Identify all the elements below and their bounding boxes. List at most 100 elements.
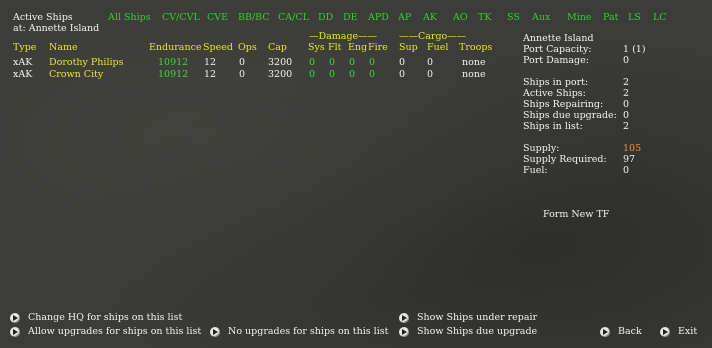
ship-fire: 0 [369, 69, 376, 80]
col-fuel[interactable]: Fuel [427, 42, 448, 53]
port-capacity-label: Port Capacity: [523, 44, 592, 55]
filter-ls[interactable]: LS [628, 12, 641, 23]
arrow-right-icon [399, 313, 409, 323]
filter-dd[interactable]: DD [318, 12, 333, 23]
ship-troops: none [462, 57, 486, 68]
ships-in-port-label: Ships in port: [523, 77, 589, 88]
filter-ca-cl[interactable]: CA/CL [278, 12, 309, 23]
col-troops[interactable]: Troops [459, 42, 492, 53]
col-cap[interactable]: Cap [268, 42, 287, 53]
col-speed[interactable]: Speed [203, 42, 233, 53]
ship-eng: 0 [349, 57, 356, 68]
exit-button[interactable]: Exit [660, 326, 705, 338]
ship-flt: 0 [329, 69, 336, 80]
ship-sup: 0 [399, 69, 406, 80]
arrow-right-icon [600, 327, 610, 337]
exit-label: Exit [678, 326, 698, 337]
filter-tk[interactable]: TK [478, 12, 491, 23]
filter-aux[interactable]: Aux [532, 12, 550, 23]
back-button[interactable]: Back [600, 326, 645, 338]
form-new-tf-button[interactable]: Form New TF [543, 209, 609, 220]
ships-in-list-label: Ships in list: [523, 121, 583, 132]
damage-group-header: —Damage—— [309, 31, 378, 42]
filter-all-ships[interactable]: All Ships [108, 12, 151, 23]
ship-eng: 0 [349, 69, 356, 80]
show-upgrade-label: Show Ships due upgrade [417, 326, 538, 337]
ship-sys: 0 [309, 69, 316, 80]
show-repair-button[interactable]: Show Ships under repair [399, 312, 539, 324]
col-endurance[interactable]: Endurance [149, 42, 202, 53]
col-type[interactable]: Type [13, 42, 36, 53]
allow-upgrades-button[interactable]: Allow upgrades for ships on this list [10, 326, 210, 338]
col-sup[interactable]: Sup [399, 42, 418, 53]
ship-type: xAK [13, 57, 33, 68]
ship-type: xAK [13, 69, 33, 80]
arrow-right-icon [399, 327, 409, 337]
arrow-right-icon [10, 327, 20, 337]
ship-cap: 3200 [268, 69, 293, 80]
supply-required-label: Supply Required: [523, 154, 607, 165]
ship-fuel: 0 [427, 57, 434, 68]
change-hq-button[interactable]: Change HQ for ships on this list [10, 312, 210, 324]
port-capacity-value: 1 (1) [623, 44, 646, 55]
active-ships-label: Active Ships: [523, 88, 586, 99]
ship-fire: 0 [369, 57, 376, 68]
filter-pat[interactable]: Pat [603, 12, 618, 23]
no-upgrades-button[interactable]: No upgrades for ships on this list [210, 326, 388, 338]
filter-bb-bc[interactable]: BB/BC [238, 12, 270, 23]
ships-repairing-value: 0 [623, 99, 630, 110]
ships-due-upgrade-value: 0 [623, 110, 630, 121]
active-ships-value: 2 [623, 88, 630, 99]
fuel-label: Fuel: [523, 165, 548, 176]
filter-cve[interactable]: CVE [207, 12, 228, 23]
filter-ak[interactable]: AK [423, 12, 437, 23]
allow-upgrades-label: Allow upgrades for ships on this list [28, 326, 202, 337]
filter-ss[interactable]: SS [507, 12, 520, 23]
show-repair-label: Show Ships under repair [417, 312, 538, 323]
arrow-right-icon [660, 327, 670, 337]
page-title: Active Ships [13, 12, 73, 23]
supply-label: Supply: [523, 143, 560, 154]
ship-troops: none [462, 69, 486, 80]
col-fire[interactable]: Fire [368, 42, 388, 53]
ship-ops: 0 [239, 57, 246, 68]
col-eng[interactable]: Eng [348, 42, 367, 53]
ship-name[interactable]: Dorothy Philips [49, 57, 124, 68]
arrow-right-icon [210, 327, 220, 337]
location-label: at: Annette Island [13, 23, 100, 34]
ship-sys: 0 [309, 57, 316, 68]
ship-speed: 12 [204, 69, 217, 80]
filter-ap[interactable]: AP [398, 12, 411, 23]
filter-apd[interactable]: APD [368, 12, 389, 23]
filter-lc[interactable]: LC [653, 12, 667, 23]
supply-value: 105 [623, 143, 642, 154]
ship-speed: 12 [204, 57, 217, 68]
filter-ao[interactable]: AO [453, 12, 468, 23]
fuel-value: 0 [623, 165, 630, 176]
filter-de[interactable]: DE [343, 12, 358, 23]
col-flt[interactable]: Flt [328, 42, 341, 53]
filter-cv-cvl[interactable]: CV/CVL [162, 12, 200, 23]
ship-cap: 3200 [268, 57, 293, 68]
col-sys[interactable]: Sys [308, 42, 325, 53]
change-hq-label: Change HQ for ships on this list [28, 312, 183, 323]
cargo-group-header: ——Cargo—— [399, 31, 467, 42]
ships-repairing-label: Ships Repairing: [523, 99, 604, 110]
ship-sup: 0 [399, 57, 406, 68]
col-ops[interactable]: Ops [238, 42, 257, 53]
ships-in-port-value: 2 [623, 77, 630, 88]
port-name: Annette Island [523, 33, 594, 44]
no-upgrades-label: No upgrades for ships on this list [228, 326, 389, 337]
arrow-right-icon [10, 313, 20, 323]
col-name[interactable]: Name [49, 42, 78, 53]
ship-name[interactable]: Crown City [49, 69, 103, 80]
ship-ops: 0 [239, 69, 246, 80]
ships-due-upgrade-label: Ships due upgrade: [523, 110, 617, 121]
port-damage-label: Port Damage: [523, 55, 589, 66]
port-damage-value: 0 [623, 55, 630, 66]
ship-flt: 0 [329, 57, 336, 68]
show-upgrade-button[interactable]: Show Ships due upgrade [399, 326, 539, 338]
filter-mine[interactable]: Mine [567, 12, 592, 23]
ship-fuel: 0 [427, 69, 434, 80]
ships-in-list-value: 2 [623, 121, 630, 132]
